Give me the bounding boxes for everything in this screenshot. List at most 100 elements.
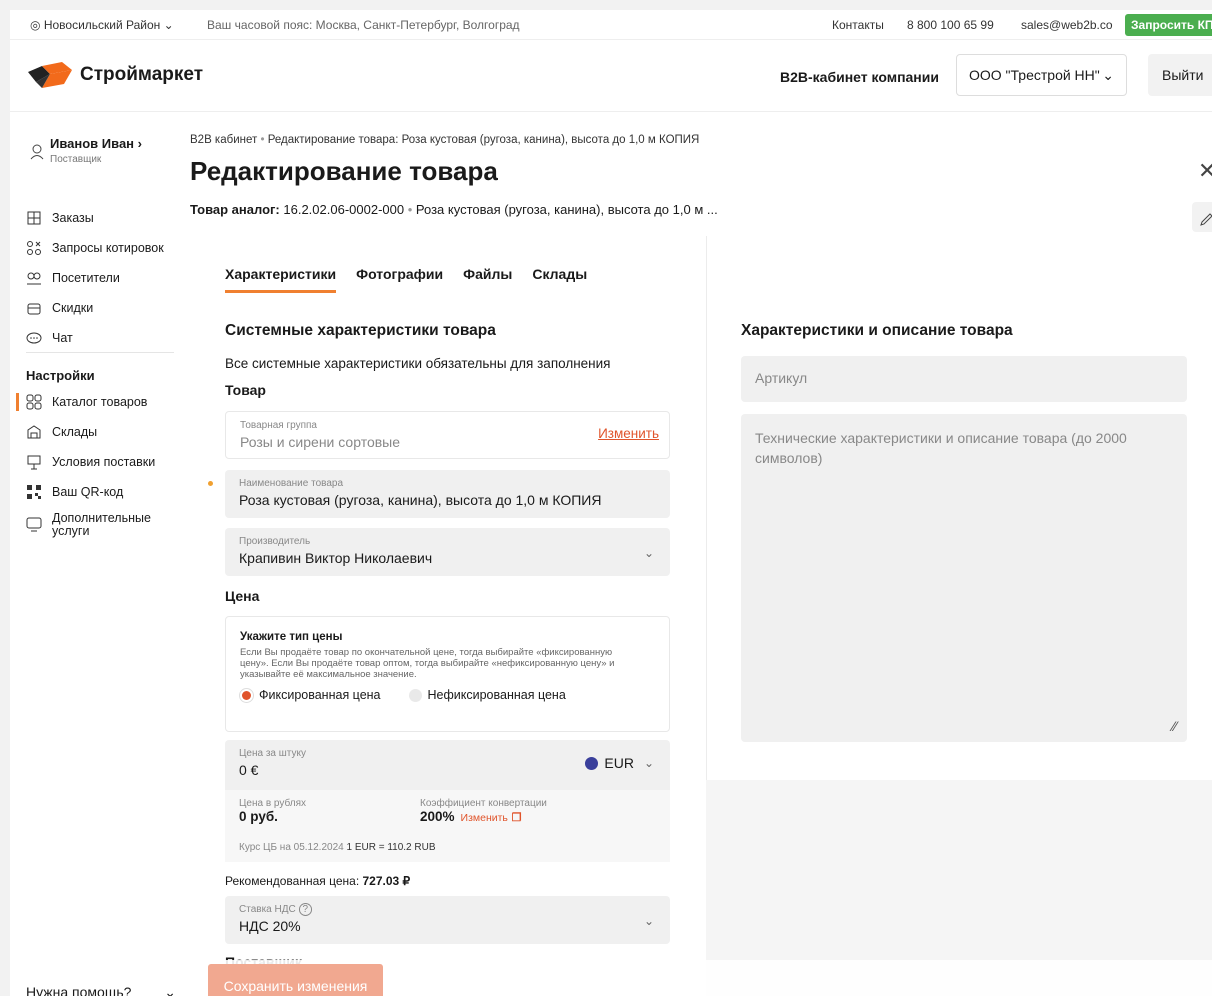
radio-label: Фиксированная цена (259, 688, 381, 702)
field-label: Ставка НДС ? (239, 903, 656, 916)
radio-label: Нефиксированная цена (427, 688, 566, 702)
product-heading: Товар (225, 382, 266, 398)
sidebar-item-discounts[interactable]: Скидки (26, 300, 93, 316)
field-value: Розы и сирени сортовые (240, 434, 401, 450)
coef-value: 200% (420, 809, 455, 824)
tab-characteristics[interactable]: Характеристики (225, 266, 337, 293)
user-name: Иванов Иван › (50, 136, 142, 151)
price-type-description: Если Вы продаёте товар по окончательной … (240, 647, 615, 680)
sidebar-item-label: Запросы котировок (52, 241, 164, 255)
sidebar-item-catalog[interactable]: Каталог товаров (26, 394, 147, 410)
sidebar-item-quotes[interactable]: Запросы котировок (26, 240, 164, 256)
breadcrumb-root[interactable]: B2B кабинет (190, 134, 257, 146)
exchange-rate: Курс ЦБ на 05.12.2024 1 EUR = 110.2 RUB (239, 842, 436, 853)
sidebar-item-chat[interactable]: Чат (26, 330, 73, 346)
request-kp-button[interactable]: Запросить КП (1125, 14, 1212, 36)
close-icon[interactable]: ✕ (1198, 158, 1212, 184)
help-icon[interactable]: ? (298, 903, 313, 916)
contacts-link[interactable]: Контакты (832, 18, 884, 32)
discount-icon (27, 303, 41, 315)
price-type-box: Укажите тип цены Если Вы продаёте товар … (225, 616, 670, 732)
coef-change-link[interactable]: Изменить (461, 812, 508, 824)
field-value: НДС 20% (239, 918, 301, 934)
coef-label: Коэффициент конвертации (420, 798, 547, 809)
chat-icon (26, 332, 42, 344)
sidebar-item-label: Условия поставки (52, 455, 156, 469)
sidebar-item-label: Заказы (52, 211, 94, 225)
unit-price-field[interactable]: Цена за штуку 0 € EUR ⌄ (225, 740, 670, 790)
sidebar-item-label: Чат (52, 331, 73, 345)
help-dropdown[interactable]: Нужна помощь? ⌄ (26, 984, 176, 996)
sidebar-item-label: Скидки (52, 301, 94, 315)
analog-product: Товар аналог: 16.2.02.06-0002-000 • Роза… (190, 202, 718, 217)
right-panel: Характеристики и описание товара Артикул… (706, 236, 1212, 780)
price-heading: Цена (225, 588, 260, 604)
currency-select[interactable]: EUR ⌄ (585, 755, 654, 771)
breadcrumb: B2B кабинет • Редактирование товара: Роз… (190, 134, 700, 146)
right-heading: Характеристики и описание товара (741, 322, 1013, 339)
phone-link[interactable]: 8 800 100 65 99 (907, 18, 994, 32)
monitor-icon (26, 517, 42, 532)
manufacturer-select[interactable]: Производитель Крапивин Виктор Николаевич… (225, 528, 670, 576)
analog-code: 16.2.02.06-0002-000 (283, 202, 405, 217)
save-button[interactable]: Сохранить изменения (208, 964, 383, 996)
field-value: Крапивин Виктор Николаевич (239, 550, 433, 566)
pencil-icon (1200, 213, 1212, 226)
location-selector[interactable]: ◎ Новосильский Район ⌄ (30, 18, 174, 32)
field-label: Товарная группа (240, 420, 317, 431)
settings-heading: Настройки (26, 368, 95, 383)
article-input[interactable]: Артикул (741, 356, 1187, 402)
timezone-text: Ваш часовой пояс: Москва, Санкт-Петербур… (207, 18, 520, 32)
edit-button[interactable] (1192, 202, 1212, 232)
orders-icon (27, 211, 41, 225)
user-role: Поставщик (50, 154, 102, 165)
resize-handle-icon[interactable]: ⁄⁄ (1172, 716, 1177, 736)
change-group-link[interactable]: Изменить (598, 426, 659, 441)
analog-label: Товар аналог: (190, 202, 280, 217)
logo-text: Строймаркет (80, 64, 204, 85)
tab-warehouses[interactable]: Склады (532, 266, 587, 293)
vat-select[interactable]: Ставка НДС ? НДС 20% ⌄ (225, 896, 670, 944)
quotes-icon (27, 241, 41, 255)
description-textarea[interactable]: Технические характеристики и описание то… (741, 414, 1187, 742)
system-note: Все системные характеристики обязательны… (225, 356, 611, 371)
breadcrumb-current: Редактирование товара: Роза кустовая (ру… (267, 134, 700, 146)
sidebar-item-qr[interactable]: Ваш QR-код (26, 484, 123, 500)
eu-flag-icon (585, 756, 599, 770)
radio-checked-icon (240, 688, 253, 702)
sidebar-item-label: Дополнительные услуги (52, 511, 151, 538)
radio-fixed-price[interactable]: Фиксированная цена (240, 688, 381, 702)
sidebar-item-delivery[interactable]: Условия поставки (26, 454, 155, 470)
tab-bar: Характеристики Фотографии Файлы Склады (225, 266, 587, 293)
sidebar-item-label: Склады (52, 425, 98, 439)
radio-unfixed-price[interactable]: Нефиксированная цена (408, 688, 566, 702)
sidebar-item-warehouses[interactable]: Склады (26, 424, 97, 440)
sidebar-divider (26, 352, 174, 353)
header: Строймаркет B2B-кабинет компании ООО "Тр… (10, 40, 1212, 112)
sidebar-item-services[interactable]: Дополнительные услуги (26, 512, 152, 538)
sidebar: Иванов Иван › Поставщик Заказы Запросы к… (10, 112, 185, 996)
location-label: Новосильский Район (43, 18, 161, 32)
chevron-down-icon: ⌄ (643, 914, 654, 928)
field-value: Роза кустовая (ругоза, канина), высота д… (239, 492, 602, 508)
chevron-down-icon: ⌄ (643, 546, 654, 560)
page-title: Редактирование товара (190, 156, 498, 186)
tab-photos[interactable]: Фотографии (356, 266, 443, 293)
company-value: ООО "Трестрой НН" (969, 67, 1100, 83)
delivery-icon (27, 455, 41, 470)
coefficient: Коэффициент конвертации 200% Изменить ❐ (420, 798, 547, 824)
company-select[interactable]: ООО "Трестрой НН" ⌄ (956, 54, 1127, 96)
email-link[interactable]: sales@web2b.co (1021, 18, 1113, 32)
price-type-heading: Укажите тип цены (240, 631, 343, 643)
textarea-placeholder: Технические характеристики и описание то… (755, 430, 1127, 466)
radio-unchecked-icon (408, 688, 422, 702)
logo[interactable]: Строймаркет (28, 62, 203, 88)
product-group-field: Товарная группа Розы и сирени сортовые И… (225, 411, 670, 459)
product-name-field[interactable]: Наименование товара Роза кустовая (ругоз… (225, 470, 670, 518)
logout-button[interactable]: Выйти (1148, 54, 1212, 96)
sidebar-item-orders[interactable]: Заказы (26, 210, 94, 226)
sidebar-item-visitors[interactable]: Посетители (26, 270, 120, 286)
tab-files[interactable]: Файлы (463, 266, 512, 293)
visitors-icon (27, 272, 41, 285)
sidebar-item-label: Посетители (52, 271, 120, 285)
